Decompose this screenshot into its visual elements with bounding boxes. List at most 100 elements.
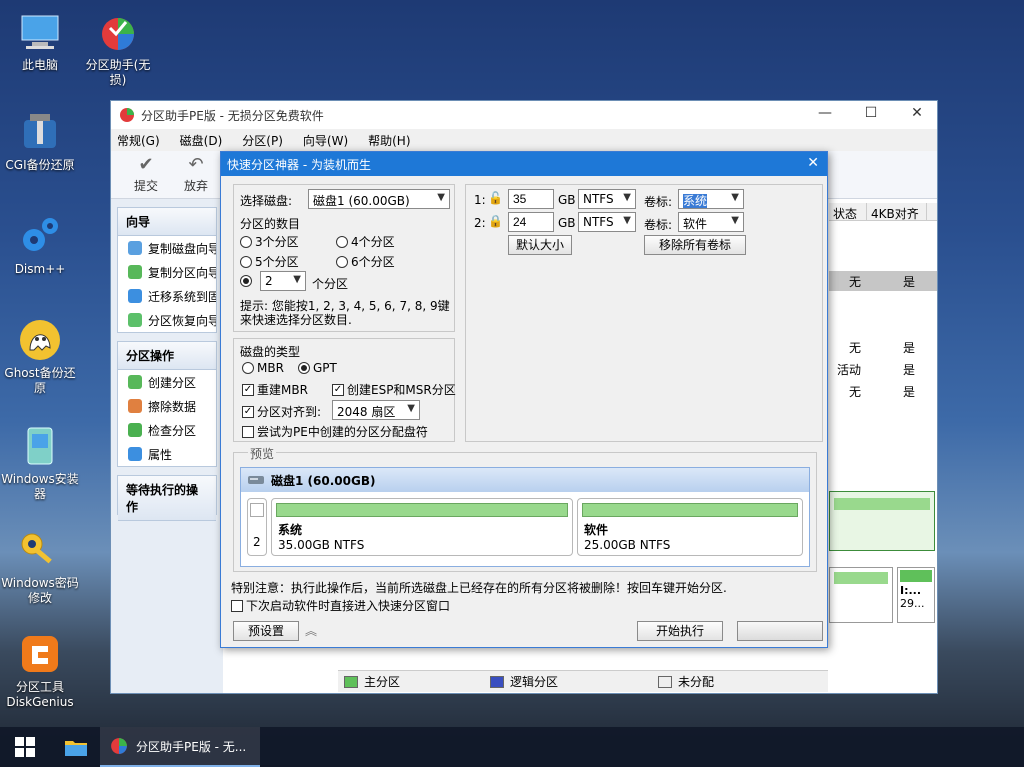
checkbox-label: 下次启动软件时直接进入快速分区窗口 bbox=[246, 599, 451, 613]
cancel-button[interactable] bbox=[737, 621, 823, 641]
hard-disk-icon bbox=[248, 476, 264, 484]
create-esp-checkbox[interactable]: ✓ 创建ESP和MSR分区 bbox=[332, 381, 456, 398]
radio-label: 6个分区 bbox=[351, 255, 395, 269]
wipe-data-op[interactable]: 擦除数据 bbox=[118, 394, 216, 418]
disk-select[interactable]: 磁盘1 (60.00GB) ▼ bbox=[308, 189, 450, 209]
discard-button[interactable]: ↶ 放弃 bbox=[171, 154, 221, 194]
startup-quick-checkbox[interactable]: 下次启动软件时直接进入快速分区窗口 bbox=[231, 597, 450, 614]
folder-icon[interactable] bbox=[64, 737, 88, 757]
align-select-value: 2048 扇区 bbox=[337, 405, 396, 419]
menu-disk[interactable]: 磁盘(D) bbox=[180, 132, 223, 149]
desktop-icon-ghost[interactable]: Ghost备份还原 bbox=[0, 318, 80, 396]
radio-label: 5个分区 bbox=[255, 255, 299, 269]
windows-start-icon[interactable] bbox=[14, 736, 36, 758]
menu-general[interactable]: 常规(G) bbox=[117, 132, 160, 149]
disk-map-bar[interactable] bbox=[829, 491, 935, 551]
lock-icon[interactable]: 🔒 bbox=[488, 214, 503, 228]
unlock-icon[interactable]: 🔓 bbox=[488, 191, 503, 205]
column-status[interactable]: 状态 bbox=[829, 203, 867, 221]
partition-usage-bar bbox=[582, 503, 798, 517]
partition-2-size-input[interactable] bbox=[508, 212, 554, 232]
remove-labels-button[interactable]: 移除所有卷标 bbox=[644, 235, 746, 255]
radio-custom-partitions[interactable] bbox=[240, 275, 255, 287]
dialog-close-button[interactable]: ✕ bbox=[807, 155, 819, 171]
desktop-icon-cgi[interactable]: CGI备份还原 bbox=[0, 110, 80, 173]
partition-count-select[interactable]: 2 ▼ bbox=[260, 271, 306, 291]
partition-1-fs-select[interactable]: NTFS ▼ bbox=[578, 189, 636, 209]
chevron-down-icon: ▼ bbox=[293, 274, 301, 285]
radio-5-partitions[interactable]: 5个分区 bbox=[240, 253, 299, 270]
desktop-icon-dism[interactable]: Dism++ bbox=[0, 214, 80, 277]
size-unit: GB bbox=[558, 193, 576, 207]
partition-1-size-input[interactable] bbox=[508, 189, 554, 209]
double-chevron-up-icon[interactable]: ︽ bbox=[305, 622, 317, 639]
partition-sizes-group: 1: 🔓 GB NTFS▼ 卷标: 系统▼ 2: 🔒 GB NTFS▼ 卷标: … bbox=[465, 184, 823, 442]
start-execute-button[interactable]: 开始执行 bbox=[637, 621, 723, 641]
size-unit: GB bbox=[558, 216, 576, 230]
table-row[interactable]: 活动 是 bbox=[829, 359, 937, 379]
preview-partition-2[interactable]: 软件 25.00GB NTFS bbox=[577, 498, 803, 556]
ghost-icon bbox=[20, 320, 60, 360]
column-4kb-align[interactable]: 4KB对齐 bbox=[867, 203, 927, 221]
copy-disk-wizard[interactable]: 复制磁盘向导 bbox=[118, 236, 216, 260]
disk-type-label: 磁盘的类型 bbox=[240, 345, 301, 359]
menu-partition[interactable]: 分区(P) bbox=[242, 132, 283, 149]
disk-select-group: 选择磁盘: 磁盘1 (60.00GB)▼ 3个分区 分区的数目 3个分区 4个分… bbox=[233, 184, 455, 332]
check-partition-op[interactable]: 检查分区 bbox=[118, 418, 216, 442]
radio-3-partitions[interactable]: 3个分区 bbox=[240, 233, 299, 250]
recover-partition-wizard[interactable]: 分区恢复向导 bbox=[118, 308, 216, 332]
table-row[interactable]: 无 是 bbox=[829, 381, 937, 401]
create-partition-op[interactable]: 创建分区 bbox=[118, 370, 216, 394]
desktop-icon-label: Dism++ bbox=[14, 262, 66, 276]
partition-detail: 35.00GB NTFS bbox=[278, 538, 365, 552]
menu-wizard[interactable]: 向导(W) bbox=[303, 132, 348, 149]
op-item-label: 擦除数据 bbox=[148, 399, 197, 414]
radio-gpt[interactable]: GPT bbox=[298, 361, 337, 375]
desktop-icon-label: Windows密码修改 bbox=[1, 576, 79, 605]
copy-partition-wizard[interactable]: 复制分区向导 bbox=[118, 260, 216, 284]
op-item-label: 创建分区 bbox=[148, 375, 197, 390]
close-button[interactable]: ✕ bbox=[897, 105, 937, 121]
radio-label: MBR bbox=[257, 361, 284, 375]
logical-swatch bbox=[490, 675, 505, 688]
checkbox-box: ✓ bbox=[242, 383, 254, 396]
preset-button[interactable]: 预设置 bbox=[233, 621, 299, 641]
partition-2-fs-select[interactable]: NTFS ▼ bbox=[578, 212, 636, 232]
disk-map-bar[interactable] bbox=[829, 567, 893, 623]
desktop-icon-windows-installer[interactable]: Windows安装器 bbox=[0, 424, 80, 502]
migrate-icon bbox=[128, 289, 142, 303]
radio-circle bbox=[240, 235, 252, 248]
try-assign-letter-checkbox[interactable]: 尝试为PE中创建的分区分配盘符 bbox=[242, 423, 428, 440]
menu-help[interactable]: 帮助(H) bbox=[368, 132, 410, 149]
minimize-button[interactable]: — bbox=[805, 105, 845, 121]
maximize-button[interactable]: ☐ bbox=[851, 105, 891, 121]
preview-count-cell: 2 bbox=[247, 498, 267, 556]
submit-button[interactable]: ✔ 提交 bbox=[121, 154, 171, 194]
disk-copy-icon bbox=[128, 241, 142, 255]
desktop-icon-label: 分区助手(无损) bbox=[85, 58, 151, 87]
table-row[interactable]: 无 是 bbox=[829, 271, 937, 291]
align-checkbox[interactable]: ✓ 分区对齐到: bbox=[242, 403, 321, 420]
partition-2-label-select[interactable]: 软件 ▼ bbox=[678, 212, 744, 232]
taskbar-app-partition-assistant[interactable]: 分区助手PE版 - 无... bbox=[100, 727, 260, 767]
align-select[interactable]: 2048 扇区 ▼ bbox=[332, 400, 420, 420]
desktop-icon-label: Ghost备份还原 bbox=[4, 366, 76, 395]
desktop-icon-password[interactable]: Windows密码修改 bbox=[0, 528, 80, 606]
radio-mbr[interactable]: MBR bbox=[242, 361, 284, 375]
dialog-titlebar[interactable]: 快速分区神器 - 为装机而生 ✕ bbox=[221, 152, 827, 176]
preview-partition-1[interactable]: 系统 35.00GB NTFS bbox=[271, 498, 573, 556]
desktop-icon-diskgenius[interactable]: 分区工具DiskGenius bbox=[0, 632, 80, 710]
radio-6-partitions[interactable]: 6个分区 bbox=[336, 253, 395, 270]
rebuild-mbr-checkbox[interactable]: ✓ 重建MBR bbox=[242, 381, 308, 398]
desktop-icon-this-pc[interactable]: 此电脑 bbox=[0, 10, 80, 73]
discard-label: 放弃 bbox=[183, 179, 208, 193]
default-size-button[interactable]: 默认大小 bbox=[508, 235, 572, 255]
desktop-icon-partition-assistant[interactable]: 分区助手(无损) bbox=[78, 10, 158, 88]
properties-op[interactable]: 属性 bbox=[118, 442, 216, 466]
migrate-system-wizard[interactable]: 迁移系统到固 bbox=[118, 284, 216, 308]
table-row[interactable]: 无 是 bbox=[829, 337, 937, 357]
radio-4-partitions[interactable]: 4个分区 bbox=[336, 233, 395, 250]
disk-map-bar[interactable]: I:... 29... bbox=[897, 567, 935, 623]
partition-1-label-select[interactable]: 系统 ▼ bbox=[678, 189, 744, 209]
main-window-titlebar[interactable]: 分区助手PE版 - 无损分区免费软件 — ☐ ✕ bbox=[111, 101, 937, 129]
